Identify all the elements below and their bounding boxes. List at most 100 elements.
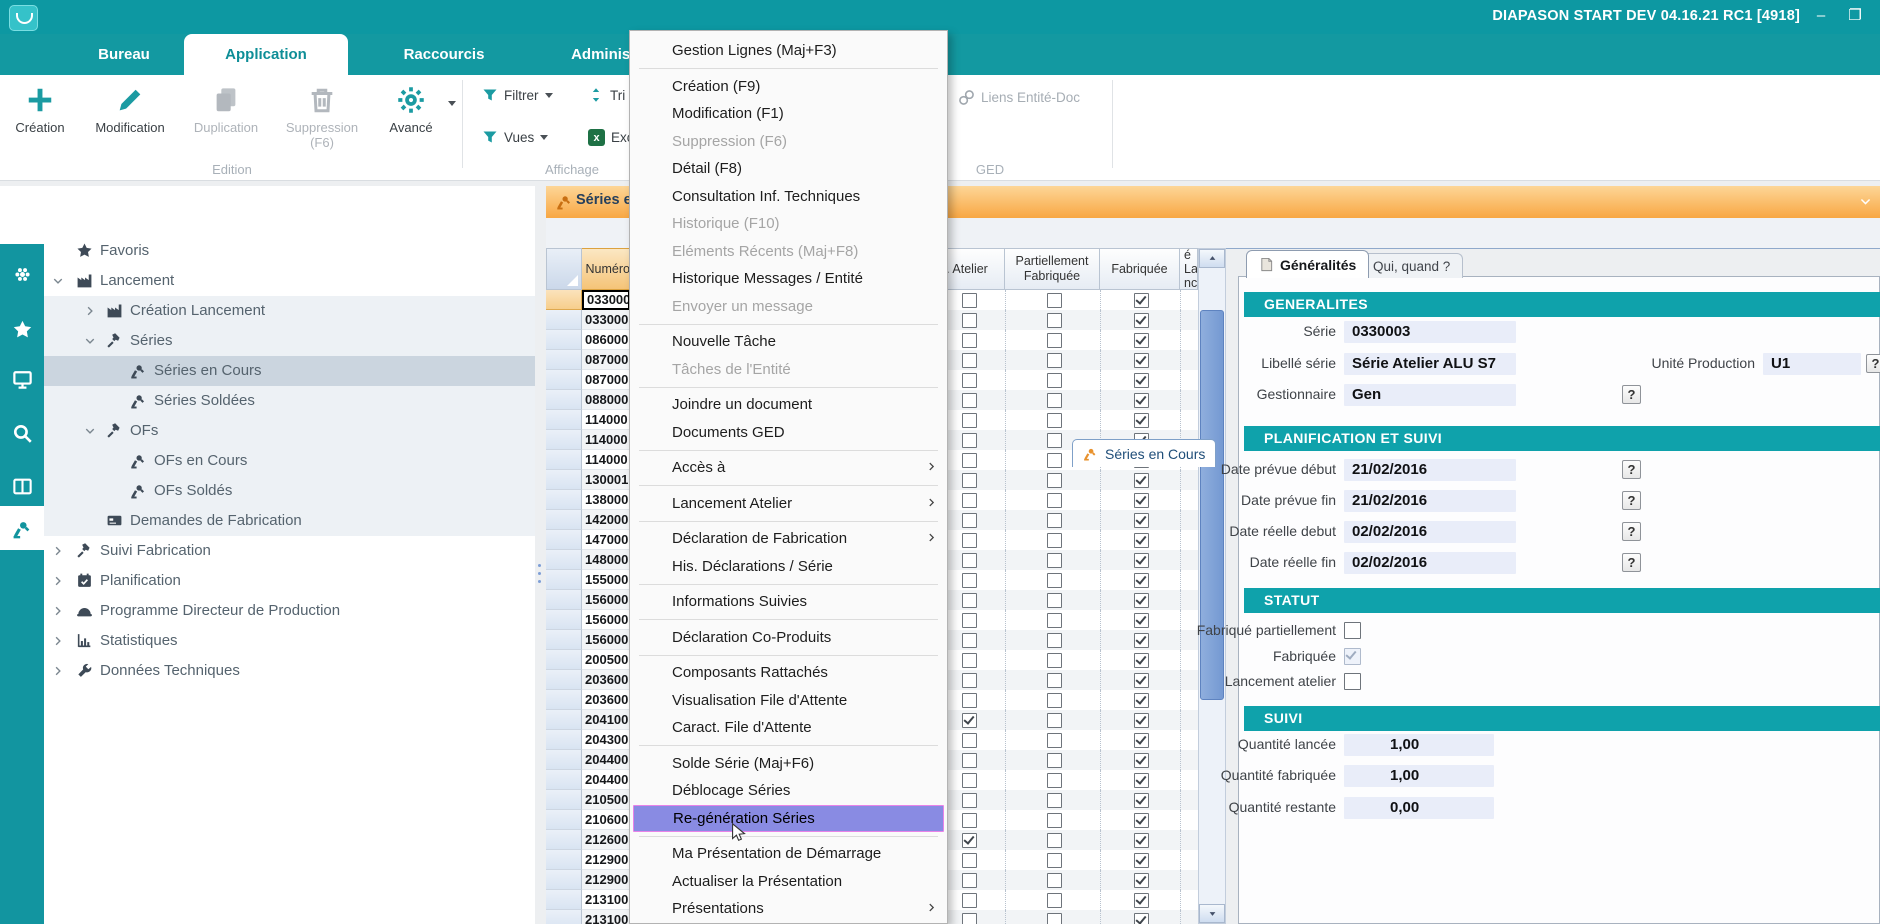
field-unite-production[interactable]: U1 xyxy=(1763,353,1861,375)
checkbox-part[interactable] xyxy=(1047,493,1062,508)
cell-numero[interactable]: 204300 xyxy=(582,730,630,750)
menu-item-caract-file-d-attente[interactable]: Caract. File d'Attente xyxy=(630,714,947,742)
sidebar-item-statistiques[interactable]: Statistiques xyxy=(44,626,535,656)
checkbox-atelier[interactable] xyxy=(962,853,977,868)
menu-item-nouvelle-tache[interactable]: Nouvelle Tâche xyxy=(630,328,947,356)
checkbox-fab[interactable] xyxy=(1134,533,1149,548)
checkbox-atelier[interactable] xyxy=(962,633,977,648)
menu-item-modification-f1[interactable]: Modification (F1) xyxy=(630,100,947,128)
menu-item-gestion-lignes-maj-f3[interactable]: Gestion Lignes (Maj+F3) xyxy=(630,37,947,65)
sidebar-item-donnees-techniques[interactable]: Données Techniques xyxy=(44,656,535,686)
cell-fab[interactable] xyxy=(1100,370,1181,390)
row-selector[interactable] xyxy=(546,670,582,690)
checkbox-atelier[interactable] xyxy=(962,753,977,768)
cell-numero[interactable]: 114000 xyxy=(582,450,630,470)
cell-qte[interactable] xyxy=(1180,870,1199,890)
row-selector[interactable] xyxy=(546,590,582,610)
column-header-qte-lancee[interactable]: Qté Lancée xyxy=(1180,248,1198,290)
checkbox-fab[interactable] xyxy=(1134,553,1149,568)
cell-fab[interactable] xyxy=(1100,330,1181,350)
cell-numero[interactable]: 204100 xyxy=(582,710,630,730)
checkbox-atelier[interactable] xyxy=(962,473,977,488)
checkbox-part[interactable] xyxy=(1047,433,1062,448)
field-date-reelle-debut[interactable]: 02/02/2016 xyxy=(1344,521,1516,543)
sidebar-item-series-soldees[interactable]: Séries Soldées xyxy=(44,386,535,416)
cell-part[interactable] xyxy=(1005,750,1101,770)
sidebar-item-series-en-cours[interactable]: Séries en Cours xyxy=(44,356,535,386)
toolbar-button-modification[interactable]: Modification xyxy=(84,79,176,171)
checkbox-fab[interactable] xyxy=(1134,333,1149,348)
cell-part[interactable] xyxy=(1005,390,1101,410)
menu-item-consultation-inf-techniques[interactable]: Consultation Inf. Techniques xyxy=(630,183,947,211)
row-selector[interactable] xyxy=(546,290,582,310)
checkbox-fab[interactable] xyxy=(1134,613,1149,628)
checkbox-lancement-atelier[interactable] xyxy=(1344,673,1361,690)
cell-qte[interactable] xyxy=(1180,690,1199,710)
checkbox-fab[interactable] xyxy=(1134,793,1149,808)
cell-numero[interactable]: 130001 xyxy=(582,470,630,490)
checkbox-part[interactable] xyxy=(1047,353,1062,368)
checkbox-part[interactable] xyxy=(1047,653,1062,668)
cell-fab[interactable] xyxy=(1100,470,1181,490)
cell-part[interactable] xyxy=(1005,910,1101,924)
checkbox-fab[interactable] xyxy=(1134,913,1149,924)
checkbox-part[interactable] xyxy=(1047,753,1062,768)
menu-item-declaration-de-fabrication[interactable]: Déclaration de Fabrication xyxy=(630,525,947,553)
dropdown-caret-icon[interactable] xyxy=(448,101,456,106)
cell-numero[interactable]: 203600 xyxy=(582,670,630,690)
menu-item-composants-rattaches[interactable]: Composants Rattachés xyxy=(630,659,947,687)
checkbox-fab[interactable] xyxy=(1134,633,1149,648)
menu-item-historique-messages-entite[interactable]: Historique Messages / Entité xyxy=(630,265,947,293)
menu-item-solde-serie-maj-f6[interactable]: Solde Série (Maj+F6) xyxy=(630,750,947,778)
column-header-fabriquee[interactable]: Fabriquée xyxy=(1100,248,1180,290)
menu-item-creation-f9[interactable]: Création (F9) xyxy=(630,73,947,101)
cell-numero[interactable]: 033000 xyxy=(582,290,630,310)
sidebar-item-suivi-fabrication[interactable]: Suivi Fabrication xyxy=(44,536,535,566)
row-selector[interactable] xyxy=(546,610,582,630)
cell-fab[interactable] xyxy=(1100,810,1181,830)
row-selector[interactable] xyxy=(546,350,582,370)
field-quantite-fabriquee[interactable]: 1,00 xyxy=(1344,765,1494,787)
cell-part[interactable] xyxy=(1005,330,1101,350)
cell-part[interactable] xyxy=(1005,410,1101,430)
cell-fab[interactable] xyxy=(1100,730,1181,750)
checkbox-fab[interactable] xyxy=(1134,873,1149,888)
checkbox-atelier[interactable] xyxy=(962,413,977,428)
checkbox-part[interactable] xyxy=(1047,313,1062,328)
row-selector[interactable] xyxy=(546,890,582,910)
dropdown-caret-icon[interactable] xyxy=(545,93,553,98)
cell-numero[interactable]: 212900 xyxy=(582,850,630,870)
cell-numero[interactable]: 212900 xyxy=(582,870,630,890)
row-selector[interactable] xyxy=(546,770,582,790)
checkbox-part[interactable] xyxy=(1047,873,1062,888)
menu-item-informations-suivies[interactable]: Informations Suivies xyxy=(630,588,947,616)
cell-part[interactable] xyxy=(1005,730,1101,750)
checkbox-fab[interactable] xyxy=(1134,573,1149,588)
cell-numero[interactable]: 203600 xyxy=(582,690,630,710)
cell-fab[interactable] xyxy=(1100,490,1181,510)
checkbox-fab[interactable] xyxy=(1134,713,1149,728)
cell-numero[interactable]: 200500 xyxy=(582,650,630,670)
field-serie[interactable]: 0330003 xyxy=(1344,321,1516,343)
cell-fab[interactable] xyxy=(1100,510,1181,530)
column-header-numero[interactable]: Numéro xyxy=(582,248,630,290)
cell-part[interactable] xyxy=(1005,810,1101,830)
checkbox-fab[interactable] xyxy=(1134,753,1149,768)
cell-qte[interactable] xyxy=(1180,910,1199,924)
detail-tab-qui-quand[interactable]: Qui, quand ? xyxy=(1360,253,1463,278)
row-selector[interactable] xyxy=(546,730,582,750)
row-selector[interactable] xyxy=(546,790,582,810)
cell-numero[interactable]: 138000 xyxy=(582,490,630,510)
checkbox-atelier[interactable] xyxy=(962,313,977,328)
row-selector[interactable] xyxy=(546,470,582,490)
cell-qte[interactable] xyxy=(1180,590,1199,610)
checkbox-fab[interactable] xyxy=(1134,893,1149,908)
help-button-date-prevue-fin[interactable]: ? xyxy=(1622,491,1641,510)
checkbox-atelier[interactable] xyxy=(962,793,977,808)
field-quantite-restante[interactable]: 0,00 xyxy=(1344,797,1494,819)
cell-numero[interactable]: 204400 xyxy=(582,770,630,790)
sidebar-item-planification[interactable]: Planification xyxy=(44,566,535,596)
checkbox-atelier[interactable] xyxy=(962,913,977,924)
checkbox-fab[interactable] xyxy=(1134,373,1149,388)
cell-part[interactable] xyxy=(1005,870,1101,890)
